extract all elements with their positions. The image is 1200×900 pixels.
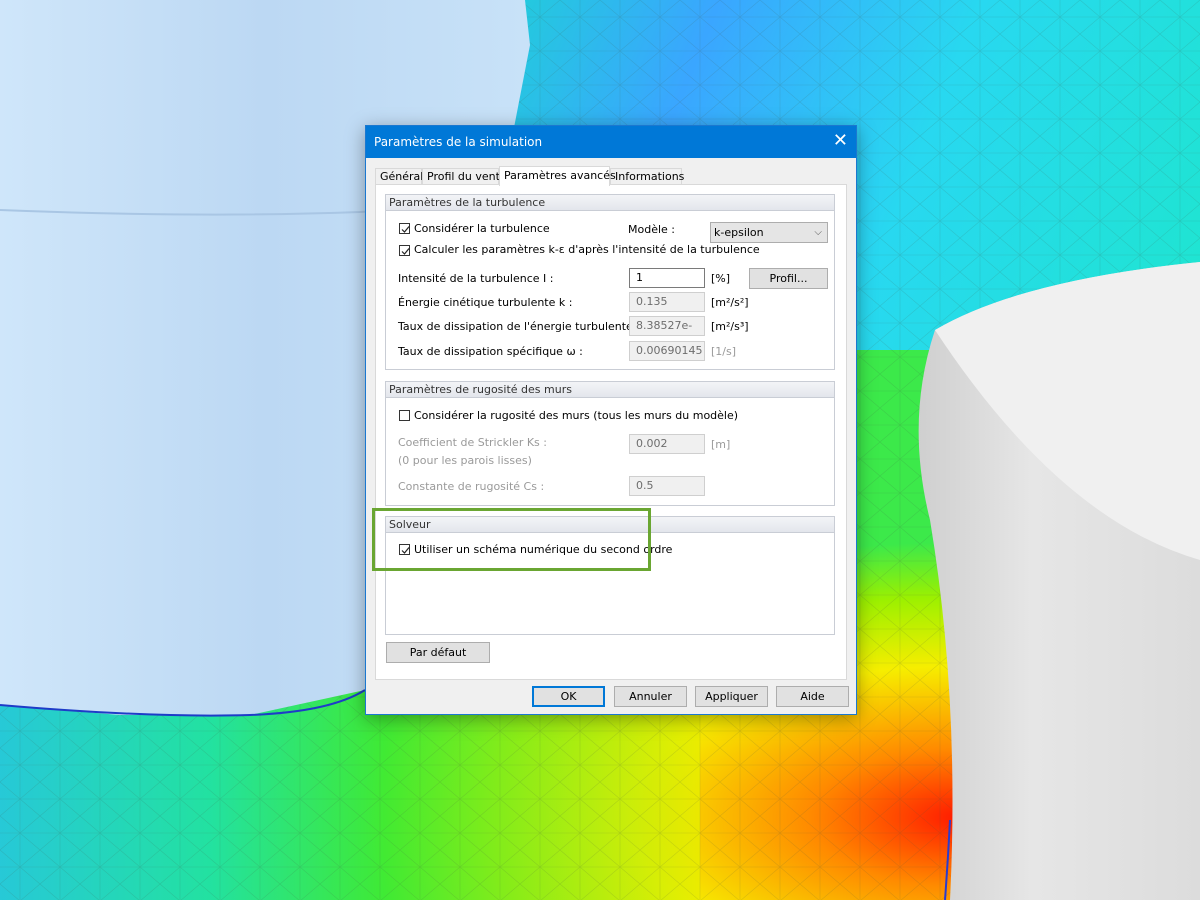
tab-information[interactable]: Informations [610,168,684,185]
cancel-button[interactable]: Annuler [614,686,687,707]
tab-wind-profile[interactable]: Profil du vent [422,168,500,185]
strickler-ks-note: (0 pour les parois lisses) [398,454,532,467]
help-button[interactable]: Aide [776,686,849,707]
tab-advanced-parameters[interactable]: Paramètres avancés [499,166,616,186]
close-icon[interactable]: ✕ [833,131,848,151]
dialog-title: Paramètres de la simulation [374,135,543,149]
consider-roughness-checkbox[interactable] [399,410,410,421]
strickler-ks-field: 0.002 [629,434,705,454]
k-label: Énergie cinétique turbulente k : [398,296,573,309]
consider-turbulence-label: Considérer la turbulence [414,222,550,235]
roughness-cs-label: Constante de rugosité Cs : [398,480,545,493]
checkmark-icon [401,226,410,233]
default-button[interactable]: Par défaut [386,642,490,663]
calc-k-epsilon-label: Calculer les paramètres k-ε d'après l'in… [414,243,760,256]
k-value-field: 0.135 [629,292,705,312]
solver-group-header: Solveur [386,517,834,533]
wall-roughness-group: Paramètres de rugosité des murs Considér… [385,381,835,506]
strickler-ks-unit: [m] [711,438,731,451]
k-unit: [m²/s²] [711,296,749,309]
intensity-unit: [%] [711,272,731,285]
epsilon-unit: [m²/s³] [711,320,749,333]
intensity-label: Intensité de la turbulence I : [398,272,554,285]
tab-general[interactable]: Général [375,168,423,185]
epsilon-value-field: 8.38527e-005 [629,316,705,336]
ok-button[interactable]: OK [532,686,605,707]
checkmark-icon [401,248,410,255]
apply-button[interactable]: Appliquer [695,686,768,707]
second-order-scheme-label: Utiliser un schéma numérique du second o… [414,543,673,556]
advanced-parameters-page: Paramètres de la turbulence Considérer l… [375,184,847,680]
turbulence-group-header: Paramètres de la turbulence [386,195,834,211]
dialog-titlebar[interactable]: Paramètres de la simulation ✕ [366,126,856,158]
epsilon-label: Taux de dissipation de l'énergie turbule… [398,320,650,333]
roughness-cs-field: 0.5 [629,476,705,496]
intensity-input[interactable]: 1 [629,268,705,288]
model-label: Modèle : [628,223,675,236]
profile-button[interactable]: Profil... [749,268,828,289]
model-select[interactable]: k-epsilon ⌵ [710,222,828,243]
turbulence-group: Paramètres de la turbulence Considérer l… [385,194,835,370]
strickler-ks-label: Coefficient de Strickler Ks : [398,436,547,449]
checkmark-icon [401,547,410,554]
chevron-down-icon: ⌵ [814,227,822,238]
model-select-value: k-epsilon [714,226,764,239]
wall-roughness-group-header: Paramètres de rugosité des murs [386,382,834,398]
omega-unit: [1/s] [711,345,737,358]
second-order-scheme-checkbox[interactable] [399,544,410,555]
calc-k-epsilon-checkbox[interactable] [399,245,410,256]
simulation-parameters-dialog: Paramètres de la simulation ✕ Général Pr… [365,125,857,715]
consider-turbulence-checkbox[interactable] [399,223,410,234]
omega-value-field: 0.00690145 [629,341,705,361]
solver-group: Solveur Utiliser un schéma numérique du … [385,516,835,635]
consider-roughness-label: Considérer la rugosité des murs (tous le… [414,409,739,422]
omega-label: Taux de dissipation spécifique ω : [398,345,583,358]
